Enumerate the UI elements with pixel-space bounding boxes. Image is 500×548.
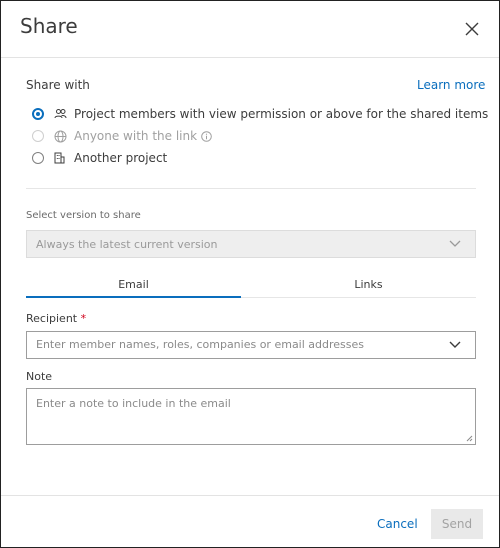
people-icon: [54, 108, 67, 121]
recipient-field[interactable]: [26, 331, 476, 359]
dialog-title: Share: [20, 14, 78, 38]
dialog-header: Share: [1, 1, 499, 58]
send-button[interactable]: Send: [431, 509, 483, 539]
radio-anyone-with-link: [32, 130, 44, 142]
share-option-project-members[interactable]: Project members with view permission or …: [32, 105, 488, 123]
dialog-footer: Cancel Send: [1, 495, 499, 548]
recipient-input[interactable]: [36, 338, 436, 351]
globe-icon: [54, 130, 67, 143]
share-option-anyone-with-link: Anyone with the link: [32, 127, 212, 145]
version-select-value: Always the latest current version: [36, 238, 218, 251]
version-label: Select version to share: [26, 210, 141, 221]
note-field[interactable]: [26, 388, 476, 445]
tab-links[interactable]: Links: [261, 273, 476, 298]
building-icon: [54, 152, 67, 165]
chevron-down-icon: [449, 240, 461, 247]
chevron-down-icon[interactable]: [449, 341, 461, 349]
tab-email[interactable]: Email: [26, 273, 241, 298]
share-option-another-project[interactable]: Another project: [32, 149, 167, 167]
cancel-button[interactable]: Cancel: [377, 517, 418, 531]
required-mark: *: [80, 312, 87, 325]
version-select: Always the latest current version: [26, 230, 476, 258]
radio-another-project[interactable]: [32, 152, 44, 164]
section-divider: [26, 188, 476, 189]
note-textarea[interactable]: [36, 397, 456, 437]
share-option-label: Another project: [74, 151, 168, 165]
resize-handle-icon[interactable]: [466, 435, 473, 442]
share-dialog: Share Share with Learn more Project memb…: [0, 0, 500, 548]
share-option-label: Project members with view permission or …: [74, 107, 489, 121]
learn-more-link[interactable]: Learn more: [417, 78, 485, 92]
info-icon[interactable]: [201, 130, 212, 142]
recipient-label-text: Recipient: [26, 312, 78, 325]
close-icon[interactable]: [463, 20, 481, 38]
share-with-label: Share with: [26, 78, 90, 92]
share-method-tabs: Email Links: [26, 273, 476, 298]
note-label: Note: [26, 370, 53, 383]
share-option-label: Anyone with the link: [74, 129, 198, 143]
radio-project-members[interactable]: [32, 108, 44, 120]
recipient-label: Recipient *: [26, 312, 86, 325]
